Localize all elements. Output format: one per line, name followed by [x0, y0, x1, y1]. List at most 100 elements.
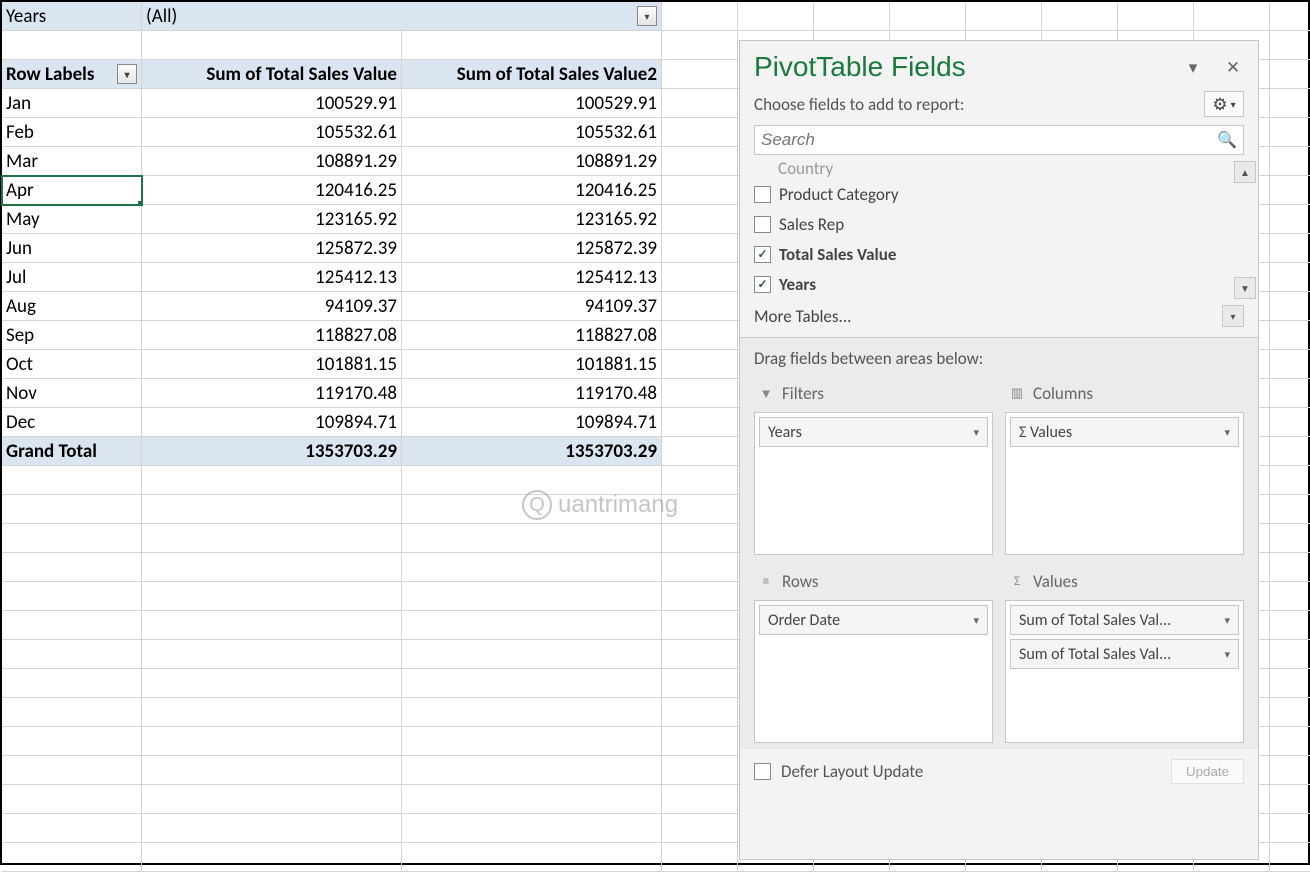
cell[interactable]	[142, 495, 402, 524]
cell[interactable]	[142, 785, 402, 814]
row-label[interactable]: Nov	[2, 379, 142, 408]
cell[interactable]	[1270, 611, 1310, 640]
cell[interactable]	[402, 698, 662, 727]
cell[interactable]	[662, 147, 738, 176]
row-value1[interactable]: 125872.39	[142, 234, 402, 263]
field-checkbox[interactable]	[754, 276, 771, 293]
cell[interactable]	[662, 118, 738, 147]
chevron-down-icon[interactable]: ▾	[973, 426, 979, 439]
cell[interactable]	[2, 553, 142, 582]
filter-field-value[interactable]: (All)▾	[142, 2, 662, 31]
area-body-columns[interactable]: Σ Values▾	[1005, 412, 1244, 555]
field-search[interactable]: 🔍	[754, 125, 1244, 155]
cell[interactable]	[142, 524, 402, 553]
cell[interactable]	[142, 843, 402, 872]
field-checkbox[interactable]	[754, 216, 771, 233]
area-chip[interactable]: Years▾	[759, 417, 988, 447]
row-value1[interactable]: 125412.13	[142, 263, 402, 292]
row-label[interactable]: Mar	[2, 147, 142, 176]
cell[interactable]	[1118, 2, 1194, 31]
cell[interactable]	[1270, 292, 1310, 321]
cell[interactable]	[402, 582, 662, 611]
area-chip[interactable]: Σ Values▾	[1010, 417, 1239, 447]
cell[interactable]	[1270, 31, 1310, 60]
cell[interactable]	[2, 785, 142, 814]
rowlabels-dropdown[interactable]: ▾	[117, 64, 137, 84]
cell[interactable]	[1042, 2, 1118, 31]
cell[interactable]	[402, 611, 662, 640]
cell[interactable]	[662, 698, 738, 727]
row-value1[interactable]: 101881.15	[142, 350, 402, 379]
scroll-down-button[interactable]: ▼	[1234, 277, 1256, 299]
field-item[interactable]: Product Category	[754, 179, 1244, 209]
cell[interactable]	[2, 756, 142, 785]
cell[interactable]	[2, 466, 142, 495]
row-label[interactable]: May	[2, 205, 142, 234]
row-value2[interactable]: 125872.39	[402, 234, 662, 263]
cell[interactable]	[662, 176, 738, 205]
row-value2[interactable]: 108891.29	[402, 147, 662, 176]
cell[interactable]	[1270, 89, 1310, 118]
cell[interactable]	[1270, 669, 1310, 698]
row-value1[interactable]: 123165.92	[142, 205, 402, 234]
row-value2[interactable]: 94109.37	[402, 292, 662, 321]
cell[interactable]	[814, 2, 890, 31]
row-label[interactable]: Apr	[2, 176, 142, 205]
cell[interactable]	[2, 843, 142, 872]
cell[interactable]	[402, 31, 662, 60]
cell[interactable]	[662, 205, 738, 234]
cell[interactable]	[738, 2, 814, 31]
pane-close-button[interactable]: ✕	[1222, 56, 1244, 78]
row-value1[interactable]: 120416.25	[142, 176, 402, 205]
area-body-values[interactable]: Sum of Total Sales Val...▾Sum of Total S…	[1005, 600, 1244, 743]
cell[interactable]	[142, 698, 402, 727]
cell[interactable]	[402, 843, 662, 872]
cell[interactable]	[142, 669, 402, 698]
cell[interactable]	[1270, 2, 1310, 31]
header-col1[interactable]: Sum of Total Sales Value	[142, 60, 402, 89]
cell[interactable]	[662, 669, 738, 698]
cell[interactable]	[402, 553, 662, 582]
cell[interactable]	[662, 2, 738, 31]
header-rowlabels[interactable]: Row Labels▾	[2, 60, 142, 89]
cell[interactable]	[662, 408, 738, 437]
field-item-partial[interactable]: Country	[778, 161, 1244, 179]
row-value2[interactable]: 101881.15	[402, 350, 662, 379]
cell[interactable]	[142, 814, 402, 843]
field-scrollbar[interactable]: ▲ ▼	[1234, 161, 1256, 299]
cell[interactable]	[1270, 495, 1310, 524]
cell[interactable]	[2, 814, 142, 843]
cell[interactable]	[662, 582, 738, 611]
cell[interactable]	[142, 727, 402, 756]
cell[interactable]	[1270, 582, 1310, 611]
header-col2[interactable]: Sum of Total Sales Value2	[402, 60, 662, 89]
row-value1[interactable]: 108891.29	[142, 147, 402, 176]
row-label[interactable]: Oct	[2, 350, 142, 379]
cell[interactable]	[662, 350, 738, 379]
grandtotal-label[interactable]: Grand Total	[2, 437, 142, 466]
cell[interactable]	[1270, 814, 1310, 843]
cell[interactable]	[662, 553, 738, 582]
cell[interactable]	[402, 727, 662, 756]
scroll-up-button[interactable]: ▲	[1234, 161, 1256, 183]
cell[interactable]	[662, 727, 738, 756]
area-body-rows[interactable]: Order Date▾	[754, 600, 993, 743]
cell[interactable]	[2, 524, 142, 553]
area-chip[interactable]: Sum of Total Sales Val...▾	[1010, 639, 1239, 669]
cell[interactable]	[1270, 205, 1310, 234]
cell[interactable]	[142, 611, 402, 640]
row-label[interactable]: Sep	[2, 321, 142, 350]
area-chip[interactable]: Order Date▾	[759, 605, 988, 635]
row-value2[interactable]: 105532.61	[402, 118, 662, 147]
cell[interactable]	[662, 234, 738, 263]
cell[interactable]	[402, 814, 662, 843]
cell[interactable]	[1270, 379, 1310, 408]
cell[interactable]	[402, 669, 662, 698]
cell[interactable]	[1270, 553, 1310, 582]
row-label[interactable]: Feb	[2, 118, 142, 147]
cell[interactable]	[2, 698, 142, 727]
more-tables-dropdown[interactable]: ▾	[1222, 305, 1244, 327]
cell[interactable]	[1270, 60, 1310, 89]
filter-dropdown[interactable]: ▾	[637, 6, 657, 26]
cell[interactable]	[142, 582, 402, 611]
